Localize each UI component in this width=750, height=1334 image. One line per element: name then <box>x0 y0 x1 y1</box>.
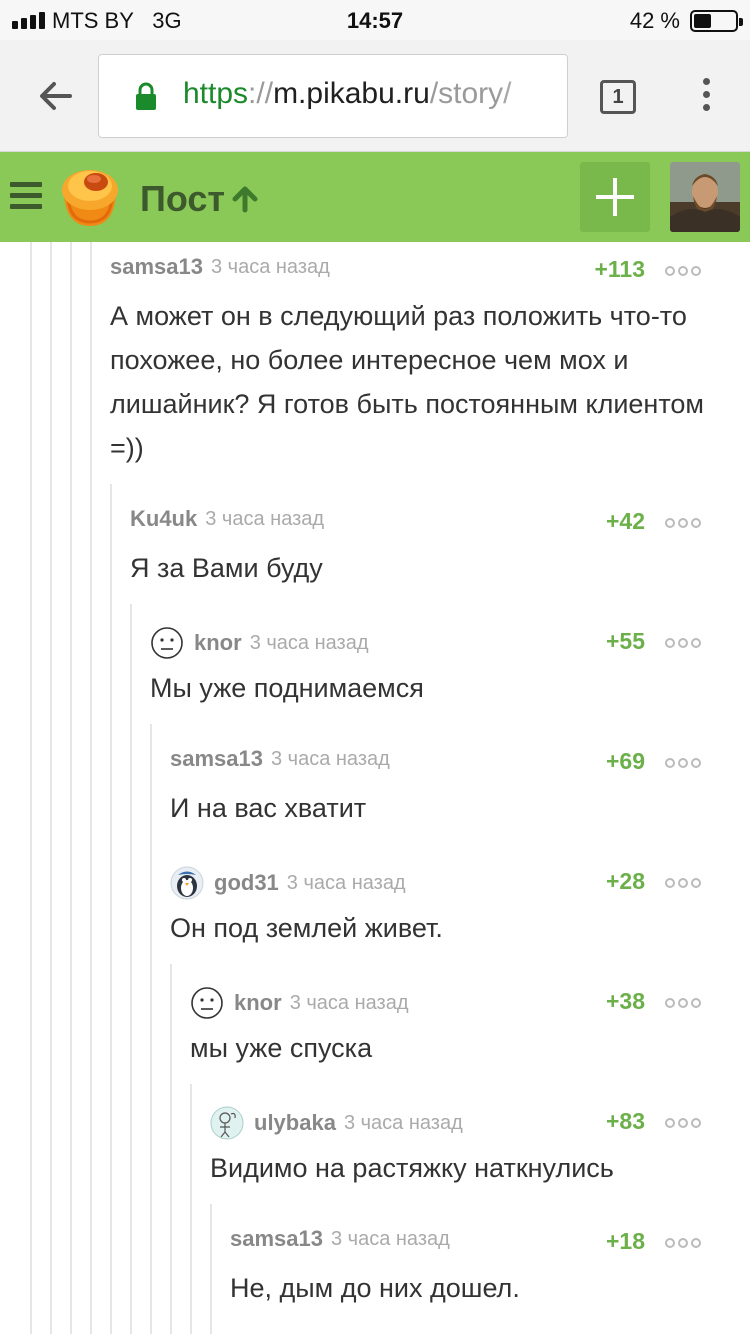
more-options-icon[interactable] <box>665 518 705 530</box>
url-text: https://m.pikabu.ru/story/ <box>183 77 512 111</box>
comment-rating: +113 <box>594 256 645 282</box>
battery-level <box>694 14 711 28</box>
browser-toolbar: https://m.pikabu.ru/story/ 1 <box>0 40 750 152</box>
site-header: Пост <box>0 152 750 242</box>
comment-rating: +38 <box>605 988 645 1014</box>
url-separator: :// <box>248 77 274 110</box>
neutral-face-icon[interactable] <box>150 626 184 660</box>
more-options-icon[interactable] <box>665 638 705 650</box>
comment-time[interactable]: 3 часа назад <box>271 748 390 771</box>
sketch-avatar-icon[interactable] <box>210 1106 244 1140</box>
comment-rating: +42 <box>605 508 645 534</box>
comment-item: samsa13 3 часа назад +18 Не, дым до них д… <box>230 1226 705 1310</box>
comment-item: Ku4uk 3 часа назад +42 Я за Вами буду <box>130 506 705 590</box>
comment-text: Не, дым до них дошел. <box>230 1273 520 1303</box>
comment-item: god31 3 часа назад +28 Он под землей живе… <box>170 866 705 950</box>
comment-author[interactable]: samsa13 <box>110 254 203 280</box>
comment-header: god31 3 часа назад +28 <box>170 866 705 906</box>
comment-text: И на вас хватит <box>170 793 367 823</box>
comment-text: Мы уже поднимаемся <box>150 673 424 703</box>
comment-text: А может он в следующий раз положить что-… <box>110 301 704 463</box>
comment-text: Я за Вами буду <box>130 553 323 583</box>
comment-header: knor 3 часа назад +38 <box>190 986 705 1026</box>
comment-thread: samsa13 3 часа назад +113 А может он в сл… <box>0 242 750 1334</box>
back-arrow-icon[interactable] <box>36 76 76 116</box>
hamburger-menu-icon[interactable] <box>10 182 42 210</box>
comment-time[interactable]: 3 часа назад <box>250 632 369 655</box>
comment-item: knor 3 часа назад +55 Мы уже поднимаемся <box>150 626 705 710</box>
battery-percent: 42 % <box>629 8 680 33</box>
battery-icon <box>690 10 743 32</box>
more-options-icon[interactable] <box>665 1118 705 1130</box>
penguin-icon[interactable] <box>170 866 204 900</box>
comment-time[interactable]: 3 часа назад <box>287 872 406 895</box>
add-post-button[interactable] <box>580 162 650 232</box>
comment-item: knor 3 часа назад +38 мы уже спуска <box>190 986 705 1070</box>
comment-text: Он под землей живет. <box>170 913 443 943</box>
comment-time[interactable]: 3 часа назад <box>331 1228 450 1251</box>
comment-time[interactable]: 3 часа назад <box>205 508 324 531</box>
more-options-icon[interactable] <box>665 878 705 890</box>
comment-rating: +55 <box>605 628 645 654</box>
comment-header: Ku4uk 3 часа назад +42 <box>130 506 705 546</box>
comment-author[interactable]: god31 <box>214 870 279 896</box>
comment-rating: +18 <box>605 1228 645 1254</box>
comment-item: ulybaka 3 часа назад +83 Видимо на растяж… <box>210 1106 705 1190</box>
pikabu-logo-icon[interactable] <box>56 164 124 230</box>
comment-author[interactable]: samsa13 <box>230 1226 323 1252</box>
scroll-up-arrow-icon[interactable] <box>230 184 260 214</box>
status-bar: MTS BY 3G 14:57 42 % <box>0 0 750 40</box>
more-options-icon[interactable] <box>665 998 705 1010</box>
comment-text: мы уже спуска <box>190 1033 373 1063</box>
overflow-menu-icon[interactable] <box>700 78 712 118</box>
address-bar[interactable]: https://m.pikabu.ru/story/ <box>98 54 568 138</box>
comment-author[interactable]: ulybaka <box>254 1110 336 1136</box>
comment-author[interactable]: samsa13 <box>170 746 263 772</box>
user-avatar[interactable] <box>670 162 740 232</box>
comment-time[interactable]: 3 часа назад <box>290 992 409 1015</box>
lock-icon <box>136 82 156 110</box>
tabs-button[interactable]: 1 <box>600 80 636 114</box>
more-options-icon[interactable] <box>665 758 705 770</box>
comment-text: Видимо на растяжку наткнулись <box>210 1153 614 1183</box>
comment-time[interactable]: 3 часа назад <box>211 256 330 279</box>
comment-author[interactable]: Ku4uk <box>130 506 197 532</box>
url-host: m.pikabu.ru <box>273 77 430 110</box>
comment-author[interactable]: knor <box>194 630 242 656</box>
comment-author[interactable]: knor <box>234 990 282 1016</box>
comment-header: knor 3 часа назад +55 <box>150 626 705 666</box>
comment-rating: +28 <box>605 868 645 894</box>
comment-header: samsa13 3 часа назад +18 <box>230 1226 705 1266</box>
comment-rating: +83 <box>605 1108 645 1134</box>
url-scheme: https <box>183 77 249 110</box>
neutral-face-icon[interactable] <box>190 986 224 1020</box>
comment-header: samsa13 3 часа назад +113 <box>110 254 705 294</box>
comment-item: samsa13 3 часа назад +113 А может он в сл… <box>110 254 705 470</box>
comment-header: samsa13 3 часа назад +69 <box>170 746 705 786</box>
more-options-icon[interactable] <box>665 1238 705 1250</box>
comment-item: samsa13 3 часа назад +69 И на вас хватит <box>170 746 705 830</box>
more-options-icon[interactable] <box>665 266 705 278</box>
comment-rating: +69 <box>605 748 645 774</box>
comment-time[interactable]: 3 часа назад <box>344 1112 463 1135</box>
comment-header: ulybaka 3 часа назад +83 <box>210 1106 705 1146</box>
page-title: Пост <box>140 178 226 219</box>
